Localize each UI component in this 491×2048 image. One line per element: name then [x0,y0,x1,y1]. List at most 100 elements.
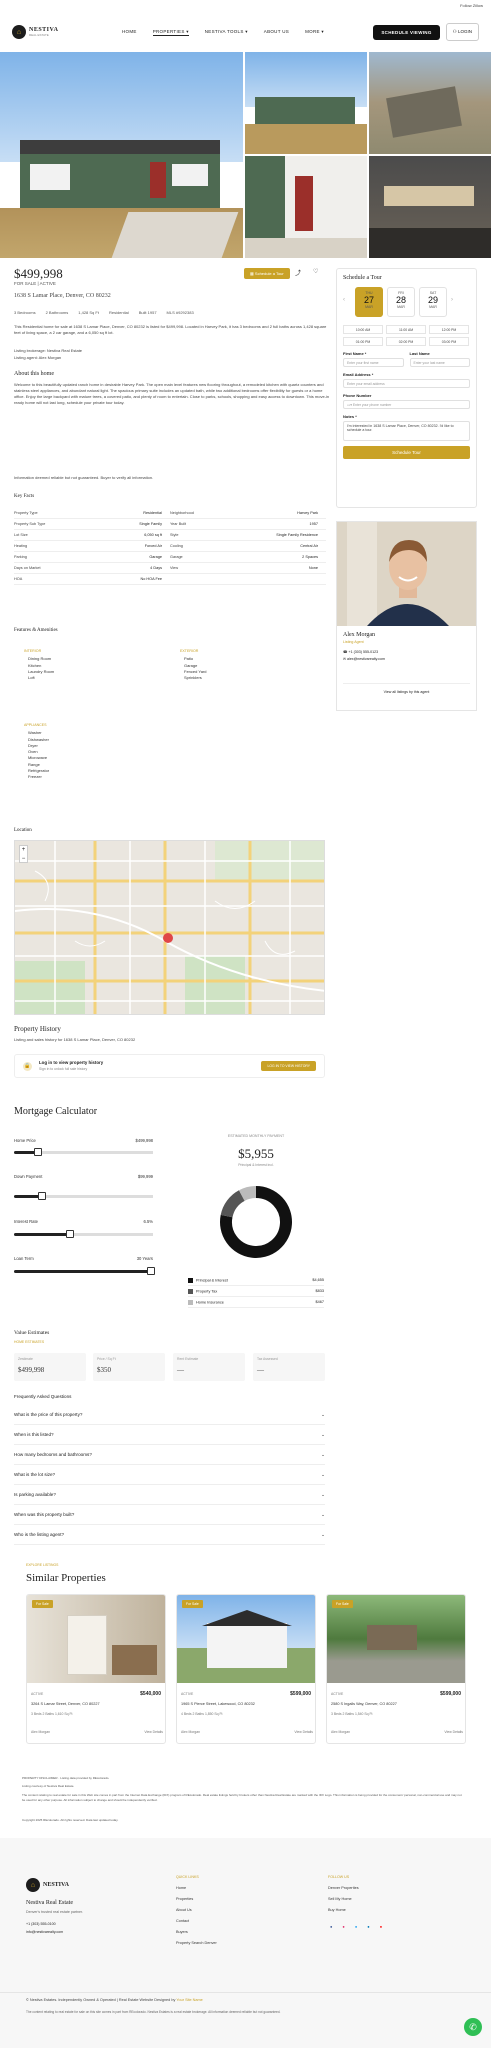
agent-name: Alex Morgan [343,632,376,638]
footer-link[interactable]: Buyers [176,1927,217,1938]
top-strip-text[interactable]: Follow Zillow [460,3,483,8]
social-icons: ● ● ● ● ● [330,1924,382,1929]
agent-listings-link[interactable]: View all listings by this agent [343,683,470,694]
faq-item[interactable]: Is parking available? ⌄ [14,1485,325,1505]
time-option[interactable]: 10:00 AM [343,325,383,334]
schedule-tour-card: Schedule a Tour ‹ THU 27 MAR FRI 28 MAR SAT 2… [336,268,477,508]
footer-link[interactable]: Buy Home [328,1905,359,1916]
time-option[interactable]: 02:00 PM [386,337,426,346]
photo-3[interactable] [369,52,491,154]
site-footer: ⌂ NESTIVA Nestiva Real Estate Denver's t… [0,1838,491,2048]
phone-input[interactable]: ▭▾ Enter your phone number [343,400,470,409]
similar-details-link[interactable]: View Details [294,1730,313,1734]
footer-link[interactable]: Property Search Denver [176,1938,217,1949]
youtube-icon[interactable]: ● [380,1924,382,1929]
nav-properties[interactable]: PROPERTIES ▾ [152,29,189,36]
footer-link[interactable]: Properties [176,1894,217,1905]
facebook-icon[interactable]: ● [330,1924,332,1929]
last-name-input[interactable]: Enter your last name [409,358,470,367]
legend-row: Principal & Interest $4,655 [188,1275,324,1286]
values-sub: HOME ESTIMATES [14,1340,45,1344]
slider-handle[interactable] [38,1192,46,1200]
instagram-icon[interactable]: ● [342,1924,344,1929]
slider-handle[interactable] [66,1230,74,1238]
faq-item[interactable]: How many bedrooms and bathrooms? ⌄ [14,1445,325,1465]
login-button[interactable]: ⚇ LOGIN [445,23,479,41]
phone-label: Phone Number [343,393,372,398]
main-photo[interactable] [0,52,243,258]
agent-email[interactable]: ✉ alex@nestivarealty.com [343,657,470,661]
faq-item[interactable]: What is the price of this property? ⌄ [14,1405,325,1425]
footer-link[interactable]: Sell My Home [328,1894,359,1905]
photo-5[interactable] [369,156,491,258]
loan-term-slider[interactable] [14,1267,155,1275]
zoom-controls[interactable]: + − [19,845,28,863]
schedule-viewing-button[interactable]: SCHEDULE VIEWING [373,24,440,40]
footer-phone[interactable]: +1 (303) 555-0100 [26,1922,56,1926]
similar-details-link[interactable]: View Details [444,1730,463,1734]
time-option[interactable]: 01:00 PM [343,337,383,346]
listing-agent-line: Listing agent: Alex Morgan [14,355,62,360]
site-logo[interactable]: ⌂ NESTIVA REAL ESTATE [12,25,102,39]
similar-card[interactable]: For Sale ACTIVE $599,000 1965 S Pierce S… [176,1594,316,1744]
date-option[interactable]: FRI 28 MAR [387,287,415,317]
home-price-slider[interactable] [14,1148,153,1156]
submit-tour-button[interactable]: Schedule Tour [343,446,470,459]
date-option[interactable]: SAT 29 MAR [419,287,447,317]
time-option[interactable]: 12:00 PM [429,325,469,334]
nav-about[interactable]: ABOUT US [264,29,289,36]
down-payment-slider[interactable] [14,1192,153,1200]
similar-card[interactable]: For Sale ACTIVE $599,000 2580 S Ingalls … [326,1594,466,1744]
nav-more[interactable]: MORE ▾ [305,29,324,36]
footer-email[interactable]: info@nestivarealty.com [26,1930,63,1934]
twitter-icon[interactable]: ● [355,1924,357,1929]
history-login-button[interactable]: LOG IN TO VIEW HISTORY [261,1061,316,1071]
value-box: Zestimate $499,998 [14,1353,86,1381]
first-name-input[interactable]: Enter your first name [343,358,404,367]
notes-textarea[interactable]: I'm interested in 1638 S Lamar Place, De… [343,421,470,441]
footer-link[interactable]: Denver Properties [328,1883,359,1894]
chat-icon[interactable]: ✆ [464,2018,482,2036]
chevron-left-icon[interactable]: ‹ [343,287,351,317]
slider-handle[interactable] [147,1267,155,1275]
user-icon: ⚇ [452,29,457,34]
faq-item[interactable]: What is the lot size? ⌄ [14,1465,325,1485]
heart-icon[interactable]: ♡ [313,268,318,275]
nav-tools[interactable]: NESTIVA TOOLS ▾ [205,29,248,36]
slider-handle[interactable] [34,1148,42,1156]
faq-list: What is the price of this property? ⌄ Whe… [14,1405,325,1545]
footer-link[interactable]: About Us [176,1905,217,1916]
mail-icon: ✉ [343,657,347,661]
interest-rate-slider[interactable] [14,1230,153,1238]
similar-details-link[interactable]: View Details [144,1730,163,1734]
faq-item[interactable]: When was this property built? ⌄ [14,1505,325,1525]
share-icon[interactable]: ⤴ [295,268,301,277]
faq-item[interactable]: When is this listed? ⌄ [14,1425,325,1445]
chevron-right-icon[interactable]: › [451,287,459,317]
faq-item[interactable]: Who is the listing agent? ⌄ [14,1525,325,1545]
footer-link[interactable]: Home [176,1883,217,1894]
schedule-tour-button[interactable]: ▦ Schedule a Tour [244,268,290,279]
similar-card[interactable]: For Sale ACTIVE $540,000 3264 S Lamar St… [26,1594,166,1744]
email-input[interactable]: Enter your email address [343,379,470,388]
footer-link[interactable]: Contact [176,1916,217,1927]
linkedin-icon[interactable]: ● [367,1924,369,1929]
chevron-down-icon: ⌄ [321,1451,325,1457]
designer-link[interactable]: Your Site Name [176,1998,202,2002]
value-box: Rent Estimate — [173,1353,245,1381]
location-map[interactable]: + − [14,840,325,1015]
time-option[interactable]: 11:00 AM [386,325,426,334]
legend-row: Property Tax $833 [188,1286,324,1297]
date-option[interactable]: THU 27 MAR [355,287,383,317]
time-option[interactable]: 03:00 PM [429,337,469,346]
footer-desc: Denver's trusted real estate partner. [26,1910,84,1914]
key-facts-table: Property Type Residential Neighborhood Harv… [14,508,326,585]
nav-home[interactable]: HOME [122,29,137,36]
similar-title: Similar Properties [26,1572,106,1584]
chevron-down-icon: ⌄ [321,1431,325,1437]
footer-logo[interactable]: ⌂ NESTIVA [26,1878,69,1892]
table-row: Property Sub Type Single Family Year Built… [14,519,326,530]
photo-2[interactable] [245,52,367,154]
photo-4[interactable] [245,156,367,258]
agent-phone[interactable]: ☎ +1 (303) 555-0123 [343,650,470,654]
